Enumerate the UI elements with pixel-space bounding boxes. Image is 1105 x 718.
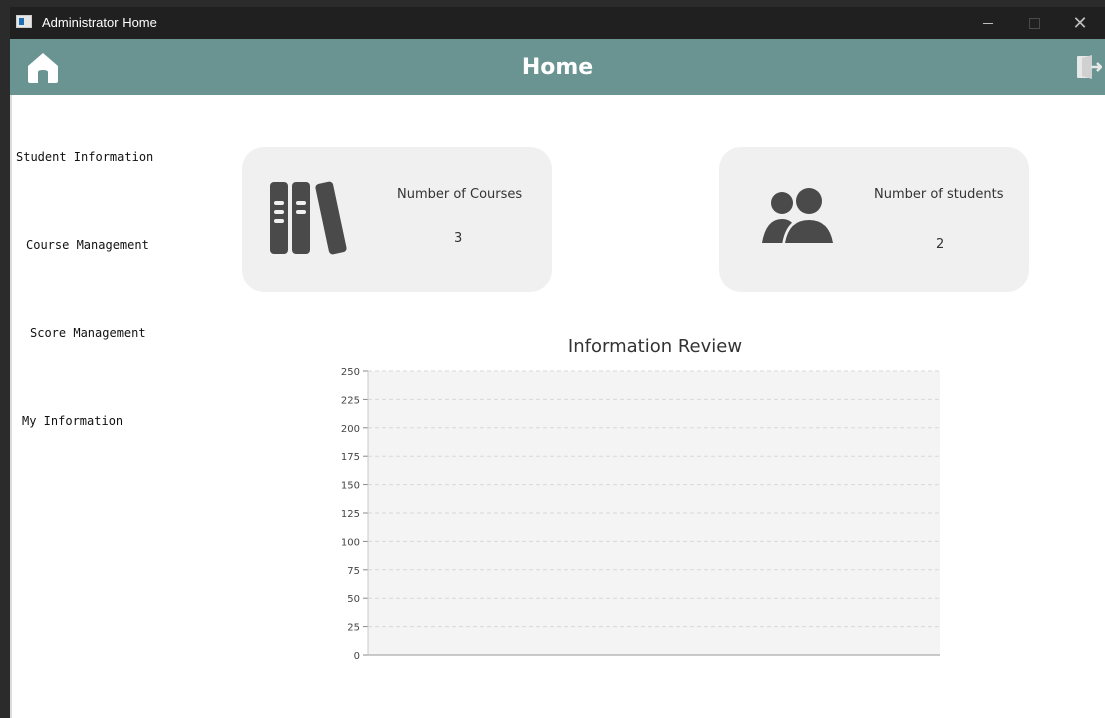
close-button[interactable]: ✕ <box>1057 7 1103 39</box>
y-tick-label: 75 <box>347 566 360 577</box>
y-tick-label: 100 <box>341 537 360 548</box>
courses-count-card: Number of Courses 3 <box>242 147 552 292</box>
books-icon <box>270 181 347 255</box>
window-title: Administrator Home <box>42 15 157 30</box>
app-icon <box>16 15 32 28</box>
y-tick-label: 25 <box>347 623 360 634</box>
students-label: Number of students <box>874 187 1004 202</box>
sidebar-item-course-management[interactable]: Course Management <box>26 238 149 252</box>
information-review-chart: 0 25 50 75 100 125 150 175 200 225 250 <box>341 367 940 662</box>
y-tick-label: 0 <box>354 651 360 662</box>
y-tick-label: 225 <box>341 395 360 406</box>
sidebar-item-score-management[interactable]: Score Management <box>30 326 146 340</box>
maximize-button[interactable] <box>1011 7 1057 39</box>
sidebar-item-my-information[interactable]: My Information <box>22 414 123 428</box>
y-tick-label: 175 <box>341 452 360 463</box>
y-tick-label: 50 <box>347 594 360 605</box>
app-window: Administrator Home ✕ Home Student Inform… <box>10 7 1105 718</box>
close-icon: ✕ <box>1072 12 1088 33</box>
users-icon <box>762 185 836 245</box>
sidebar-divider <box>10 95 12 718</box>
minimize-button[interactable] <box>965 7 1011 39</box>
courses-label: Number of Courses <box>397 187 523 202</box>
chart-title: Information Review <box>567 336 743 357</box>
sidebar-item-student-information[interactable]: Student Information <box>16 150 153 164</box>
y-tick-label: 150 <box>341 481 360 492</box>
top-navbar: Home <box>10 39 1105 95</box>
page-title: Home <box>521 55 594 80</box>
y-tick-label: 125 <box>341 509 360 520</box>
minimize-icon <box>983 22 993 24</box>
title-bar: Administrator Home ✕ <box>10 7 1105 39</box>
y-tick-label: 250 <box>341 367 360 378</box>
logout-icon[interactable] <box>1076 54 1102 80</box>
maximize-icon <box>1028 17 1040 29</box>
students-count-card: Number of students 2 <box>719 147 1029 292</box>
courses-value: 3 <box>454 231 463 246</box>
students-value: 2 <box>936 237 945 252</box>
y-tick-label: 200 <box>341 424 360 435</box>
